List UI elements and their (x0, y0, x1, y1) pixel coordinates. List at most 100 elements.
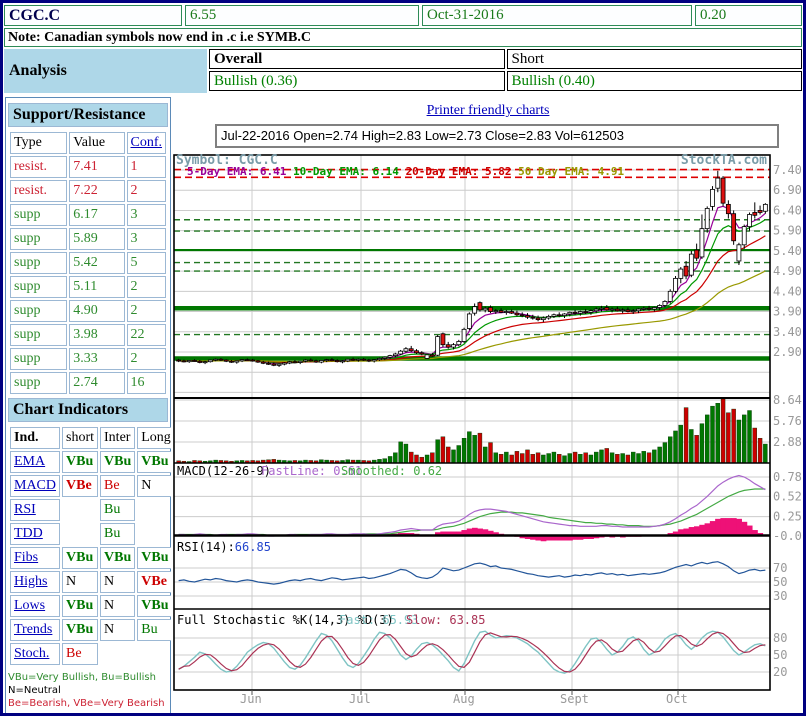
analysis-col-overall: Overall (209, 49, 505, 69)
indicator-link-trends[interactable]: Trends (14, 622, 52, 637)
svg-text:MACD(12-26-9): MACD(12-26-9) (177, 464, 271, 478)
sr-type: supp (10, 252, 67, 274)
indicator-row: EMAVBuVBuVBu (10, 451, 175, 473)
legend-neutral: N=Neutral (8, 684, 168, 697)
support-resistance-table: Type Value Conf. resist.7.411resist.7.22… (8, 130, 168, 396)
printer-friendly-link[interactable]: Printer friendly charts (427, 103, 550, 118)
stockta-page: CGC.C 6.55 Oct-31-2016 0.20 Note: Canadi… (0, 0, 806, 716)
indicator-link-highs[interactable]: Highs (14, 574, 47, 589)
sr-conf: 2 (127, 300, 167, 322)
indicator-value: Bu (100, 499, 135, 521)
indicator-row: FibsVBuVBuVBu (10, 547, 175, 569)
indicator-link-fibs[interactable]: Fibs (14, 550, 38, 565)
sr-row: supp3.332 (10, 348, 166, 370)
indicator-value (137, 643, 175, 665)
ind-col-ind: Ind. (10, 427, 60, 449)
svg-text:30: 30 (773, 589, 787, 603)
sr-row: resist.7.411 (10, 156, 166, 178)
indicator-value: N (62, 571, 98, 593)
indicator-link-tdd[interactable]: TDD (14, 526, 43, 541)
sr-col-value: Value (69, 132, 124, 154)
svg-text:8.64: 8.64 (773, 393, 802, 407)
svg-text:6.90: 6.90 (773, 183, 802, 197)
sr-row: supp5.425 (10, 252, 166, 274)
indicator-value: VBu (62, 595, 98, 617)
indicator-link-ema[interactable]: EMA (14, 454, 45, 469)
sr-type: supp (10, 348, 67, 370)
indicator-value: VBu (62, 451, 98, 473)
sr-conf: 1 (127, 156, 167, 178)
svg-text:Sept: Sept (560, 692, 589, 706)
sr-col-type: Type (10, 132, 67, 154)
analysis-short-value: Bullish (0.40) (507, 71, 803, 91)
legend-bullish: VBu=Very Bullish, Bu=Bullish (8, 671, 168, 684)
indicator-link-rsi[interactable]: RSI (14, 502, 36, 517)
sr-row: supp5.112 (10, 276, 166, 298)
change-cell: 0.20 (695, 5, 802, 26)
indicator-value: Be (100, 475, 135, 497)
indicator-value: VBu (62, 619, 98, 641)
quote-strip: CGC.C 6.55 Oct-31-2016 0.20 (4, 5, 802, 26)
analysis-overall-value: Bullish (0.36) (209, 71, 505, 91)
sr-value: 5.11 (69, 276, 124, 298)
legend-bearish: Be=Bearish, VBe=Very Bearish (8, 697, 168, 710)
sr-type: supp (10, 276, 67, 298)
svg-text:3.90: 3.90 (773, 305, 802, 319)
stock-chart: 7.406.906.405.905.404.904.403.903.402.90… (171, 153, 805, 707)
sr-type: supp (10, 300, 67, 322)
sr-type: supp (10, 228, 67, 250)
chart-indicators-title: Chart Indicators (8, 398, 168, 422)
sr-conf: 2 (127, 180, 167, 202)
svg-text:0.25: 0.25 (773, 510, 802, 524)
sr-row: supp2.7416 (10, 372, 166, 394)
ind-col-short: short (62, 427, 98, 449)
sr-row: supp6.173 (10, 204, 166, 226)
indicator-value: VBu (137, 547, 175, 569)
indicator-value: VBu (100, 547, 135, 569)
indicator-value: VBu (137, 451, 175, 473)
indicator-value: VBu (62, 547, 98, 569)
svg-text:5.40: 5.40 (773, 244, 802, 258)
sr-conf: 3 (127, 228, 167, 250)
sr-value: 2.74 (69, 372, 124, 394)
svg-text:-0.01: -0.01 (773, 529, 805, 543)
sr-conf: 3 (127, 204, 167, 226)
sr-value: 3.98 (69, 324, 124, 346)
sr-row: supp3.9822 (10, 324, 166, 346)
svg-text:Slow: 63.85: Slow: 63.85 (406, 613, 485, 627)
sr-value: 7.41 (69, 156, 124, 178)
svg-text:20: 20 (773, 665, 787, 679)
sr-col-conf-link[interactable]: Conf. (131, 135, 163, 150)
indicator-value: VBe (137, 571, 175, 593)
indicator-value (62, 499, 98, 521)
svg-text:5.90: 5.90 (773, 224, 802, 238)
ohlc-readout: Jul-22-2016 Open=2.74 High=2.83 Low=2.73… (215, 124, 779, 148)
chart-indicators-table: Ind. short Inter Long EMAVBuVBuVBuMACDVB… (8, 425, 177, 667)
indicator-value: Be (62, 643, 98, 665)
indicator-value (100, 643, 135, 665)
ind-col-inter: Inter (100, 427, 135, 449)
indicator-value: Bu (137, 619, 175, 641)
sr-conf: 5 (127, 252, 167, 274)
indicator-row: Stoch. Be (10, 643, 175, 665)
svg-text:0.78: 0.78 (773, 470, 802, 484)
note-banner: Note: Canadian symbols now end in .c i.e… (4, 28, 802, 47)
indicator-value: VBu (137, 595, 175, 617)
indicator-link-stoch[interactable]: Stoch. (14, 646, 49, 661)
indicator-value (137, 499, 175, 521)
analysis-col-short: Short (507, 49, 803, 69)
svg-text:50: 50 (773, 575, 787, 589)
sr-row: resist.7.222 (10, 180, 166, 202)
indicator-value: N (137, 475, 175, 497)
indicator-value (62, 523, 98, 545)
price-cell: 6.55 (185, 5, 419, 26)
svg-text:4.90: 4.90 (773, 264, 802, 278)
indicator-row: TrendsVBuNBu (10, 619, 175, 641)
svg-text:5-Day EMA: 6.41 10-Day EMA:: 5-Day EMA: 6.41 10-Day EMA: 6.14 20-Day … (187, 165, 624, 178)
indicator-row: Lows VBuNVBu (10, 595, 175, 617)
indicator-link-lows[interactable]: Lows (14, 598, 45, 613)
sr-type: supp (10, 372, 67, 394)
svg-text:0.52: 0.52 (773, 489, 802, 503)
indicator-link-macd[interactable]: MACD (14, 478, 56, 493)
indicator-value: N (100, 595, 135, 617)
